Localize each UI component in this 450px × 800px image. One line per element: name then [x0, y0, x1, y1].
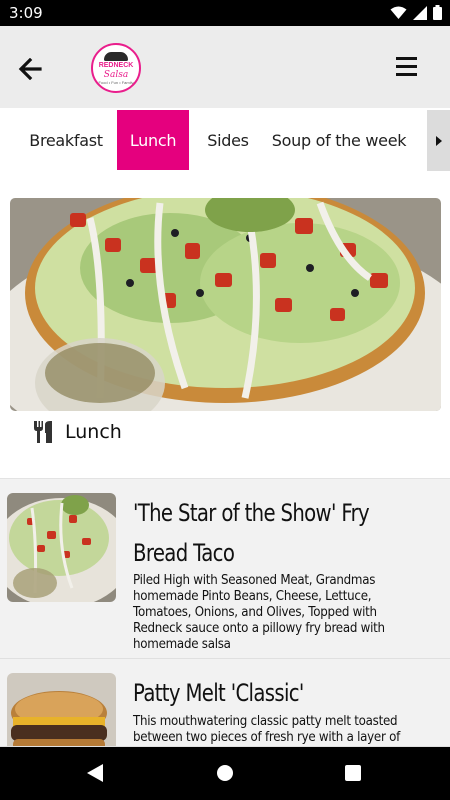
status-bar: 3:09 [0, 0, 450, 26]
hero-food-image [10, 198, 441, 411]
patty-melt-thumbnail [7, 673, 116, 746]
caret-right-icon [435, 135, 442, 146]
menu-item-title: Patty Melt 'Classic' [133, 673, 428, 713]
logo-text-main: Salsa [103, 69, 129, 80]
signal-icon [413, 5, 427, 20]
nav-home-button[interactable] [216, 764, 234, 787]
battery-icon [433, 5, 442, 20]
category-tabs: Breakfast Lunch Sides Soup of the week [0, 108, 450, 173]
menu-line [396, 65, 417, 68]
system-nav-bar [0, 747, 450, 800]
nav-recents-button[interactable] [345, 765, 361, 786]
app-screen: 3:09 REDNECK Salsa Food • Fun • Family B… [0, 0, 450, 800]
tab-breakfast[interactable]: Breakfast [20, 110, 112, 170]
category-hero-card: Lunch [0, 173, 450, 479]
fork-knife-icon [34, 421, 52, 443]
hamburger-menu-button[interactable] [396, 57, 420, 79]
tab-sides[interactable]: Sides [200, 110, 256, 170]
status-icons [390, 5, 442, 20]
menu-item-description: This mouthwatering classic patty melt to… [133, 713, 401, 746]
square-recents-icon [345, 765, 361, 781]
tabs-scroll-right-button[interactable] [427, 110, 450, 171]
logo-text-top: REDNECK [98, 61, 134, 69]
arrow-left-icon [18, 58, 42, 80]
hamburger-menu-icon [396, 57, 417, 60]
wifi-icon [390, 6, 407, 19]
menu-item-card[interactable]: 'The Star of the Show' Fry Bread Taco Pi… [0, 479, 450, 659]
menu-line [396, 73, 417, 76]
back-button[interactable] [14, 53, 46, 85]
menu-item-title-line: Bread Taco [133, 539, 235, 567]
fry-bread-taco-thumbnail [7, 493, 116, 602]
triangle-back-icon [87, 764, 103, 782]
menu-item-title: 'The Star of the Show' Fry Bread Taco [133, 493, 428, 573]
nav-back-button[interactable] [86, 763, 104, 788]
status-time: 3:09 [9, 4, 43, 22]
menu-item-image [7, 673, 116, 746]
cowboy-hat-icon [104, 51, 128, 61]
hero-category-label: Lunch [33, 420, 122, 444]
tab-lunch[interactable]: Lunch [117, 110, 189, 170]
circle-home-icon [217, 765, 233, 781]
hero-category-text: Lunch [65, 421, 122, 443]
menu-item-title-line: 'The Star of the Show' Fry [133, 499, 370, 527]
menu-item-title-line: Patty Melt 'Classic' [133, 679, 304, 707]
brand-logo[interactable]: REDNECK Salsa Food • Fun • Family [91, 43, 141, 93]
app-header: REDNECK Salsa Food • Fun • Family [0, 26, 450, 108]
fry-bread-taco-photo [10, 198, 441, 411]
menu-item-image [7, 493, 116, 602]
logo-tagline: Food • Fun • Family [98, 79, 134, 85]
menu-item-card[interactable]: Patty Melt 'Classic' This mouthwatering … [0, 659, 450, 747]
tab-soup-of-the-week[interactable]: Soup of the week [270, 110, 408, 170]
menu-item-description: Piled High with Seasoned Meat, Grandmas … [133, 572, 385, 652]
